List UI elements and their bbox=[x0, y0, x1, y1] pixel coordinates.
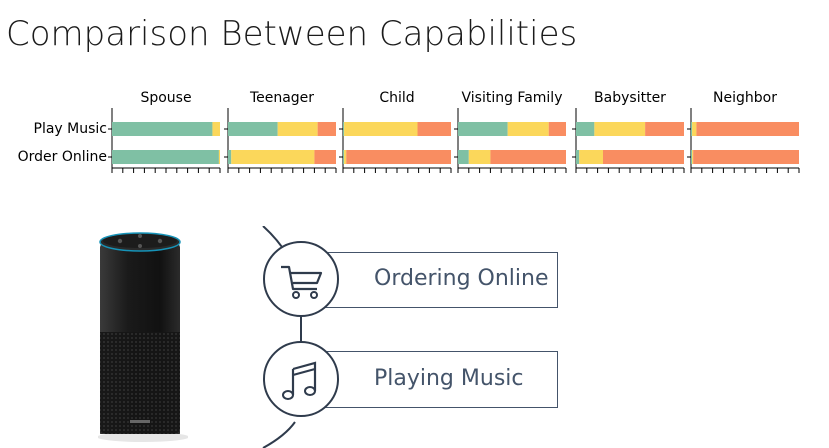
bar-segment bbox=[507, 122, 549, 136]
capability-label-music: Playing Music bbox=[374, 366, 524, 391]
panel-title: Visiting Family bbox=[462, 90, 563, 106]
bar-segment bbox=[645, 122, 684, 136]
bar-segment bbox=[346, 150, 451, 164]
bar-segment bbox=[693, 150, 799, 164]
row-label: Play Music bbox=[34, 121, 107, 137]
bar-segment bbox=[417, 122, 451, 136]
bar-segment bbox=[603, 150, 684, 164]
bar-segment bbox=[458, 122, 508, 136]
bar-segment bbox=[576, 150, 580, 164]
panel-title: Neighbor bbox=[713, 90, 777, 106]
bar-segment bbox=[468, 150, 491, 164]
row-label: Order Online bbox=[18, 149, 107, 165]
shopping-cart-icon bbox=[281, 265, 323, 299]
cart-circle bbox=[263, 241, 339, 317]
capability-chart: Play Music Order Online Spouse Teenager Chil… bbox=[18, 90, 800, 173]
bar-segment bbox=[579, 150, 603, 164]
bar-segment bbox=[317, 122, 336, 136]
bar-segment bbox=[691, 150, 693, 164]
panel-title: Teenager bbox=[249, 90, 314, 106]
panel-title: Child bbox=[379, 90, 414, 106]
bar-segment bbox=[112, 150, 219, 164]
bar-segment bbox=[692, 122, 697, 136]
bar-segment bbox=[458, 150, 469, 164]
bar-segment bbox=[112, 122, 213, 136]
bar-segment bbox=[231, 150, 315, 164]
bar-segment bbox=[343, 122, 345, 136]
bar-segment bbox=[692, 150, 694, 164]
bar-segment bbox=[343, 150, 345, 164]
bar-segment bbox=[344, 122, 418, 136]
bar-segment bbox=[314, 150, 336, 164]
page-title: Comparison Between Capabilities bbox=[6, 14, 578, 54]
bar-segment bbox=[344, 150, 347, 164]
bar-segment bbox=[218, 150, 220, 164]
music-note-icon bbox=[282, 361, 317, 400]
bar-segment bbox=[277, 122, 318, 136]
bar-segment bbox=[212, 122, 220, 136]
music-circle bbox=[263, 341, 339, 417]
panel-title: Babysitter bbox=[594, 90, 666, 106]
bar-segment bbox=[576, 122, 595, 136]
capability-label-ordering: Ordering Online bbox=[374, 266, 549, 291]
bar-segment bbox=[548, 122, 566, 136]
bar-segment bbox=[490, 150, 566, 164]
bar-segment bbox=[228, 150, 232, 164]
bar-segment bbox=[228, 122, 278, 136]
bar-segment bbox=[594, 122, 646, 136]
smart-speaker-icon bbox=[98, 232, 188, 442]
bar-segment bbox=[696, 122, 799, 136]
panel-title: Spouse bbox=[140, 90, 191, 106]
bar-segment bbox=[691, 122, 693, 136]
